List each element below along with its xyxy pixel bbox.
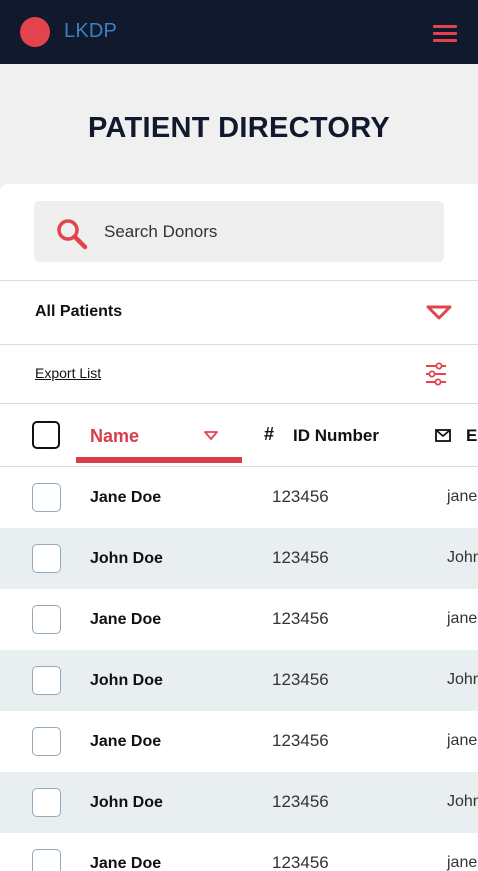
row-checkbox[interactable] [32, 605, 61, 634]
filter-selected-label: All Patients [35, 303, 123, 320]
page-title: PATIENT DIRECTORY [87, 112, 391, 144]
column-header-name[interactable]: Name [90, 426, 139, 447]
table-row[interactable]: Jane Doe 123456 jane [0, 833, 478, 871]
directory-card: All Patients Export List Name # ID Numbe… [0, 184, 478, 871]
row-checkbox[interactable] [32, 788, 61, 817]
patient-id: 123456 [272, 853, 329, 871]
patient-email: jane [447, 610, 478, 627]
search-icon[interactable] [54, 216, 90, 252]
sliders-icon[interactable] [424, 361, 448, 387]
patient-id: 123456 [272, 670, 329, 689]
patient-id: 123456 [272, 792, 329, 811]
patient-name: John Doe [90, 794, 163, 811]
patient-filter-dropdown[interactable]: All Patients [0, 281, 478, 344]
patient-email: jane [447, 854, 478, 871]
patient-id: 123456 [272, 731, 329, 750]
row-checkbox[interactable] [32, 727, 61, 756]
page-header: PATIENT DIRECTORY [0, 64, 478, 188]
sort-caret-icon[interactable] [204, 431, 218, 441]
patient-name: Jane Doe [90, 489, 162, 506]
row-checkbox[interactable] [32, 544, 61, 573]
patient-id: 123456 [272, 487, 329, 506]
row-checkbox[interactable] [32, 483, 61, 512]
patient-email: jane [447, 488, 478, 505]
select-all-checkbox[interactable] [32, 421, 60, 449]
table-row[interactable]: John Doe 123456 John [0, 650, 478, 711]
hamburger-menu-icon[interactable] [428, 18, 462, 48]
patient-table-body: Jane Doe 123456 jane John Doe 123456 Joh… [0, 467, 478, 871]
export-list-link[interactable]: Export List [35, 365, 101, 381]
patient-email: jane [447, 732, 478, 749]
list-toolbar: Export List [0, 345, 478, 403]
search-input[interactable] [104, 217, 424, 247]
table-row[interactable]: Jane Doe 123456 jane [0, 589, 478, 650]
search-bar[interactable] [34, 201, 444, 262]
table-row[interactable]: Jane Doe 123456 jane [0, 711, 478, 772]
row-checkbox[interactable] [32, 849, 61, 871]
table-row[interactable]: John Doe 123456 John [0, 772, 478, 833]
chevron-down-icon[interactable] [426, 305, 452, 321]
brand-name[interactable]: LKDP [64, 20, 117, 43]
patient-name: John Doe [90, 550, 163, 567]
logo-icon[interactable] [20, 17, 50, 47]
mail-icon [435, 429, 451, 442]
column-header-id-number[interactable]: ID Number [293, 426, 379, 446]
patient-email: John [447, 793, 478, 810]
patient-email: John [447, 671, 478, 688]
table-header: Name # ID Number E [0, 404, 478, 466]
patient-name: Jane Doe [90, 733, 162, 750]
patient-id: 123456 [272, 609, 329, 628]
row-checkbox[interactable] [32, 666, 61, 695]
patient-name: John Doe [90, 672, 163, 689]
table-row[interactable]: Jane Doe 123456 jane [0, 467, 478, 528]
patient-email: John [447, 549, 478, 566]
hash-icon: # [264, 424, 275, 444]
patient-name: Jane Doe [90, 855, 162, 871]
patient-id: 123456 [272, 548, 329, 567]
table-row[interactable]: John Doe 123456 John [0, 528, 478, 589]
top-navbar: LKDP [0, 0, 478, 64]
column-header-email[interactable]: E [466, 426, 477, 446]
patient-name: Jane Doe [90, 611, 162, 628]
active-sort-indicator [76, 457, 242, 463]
